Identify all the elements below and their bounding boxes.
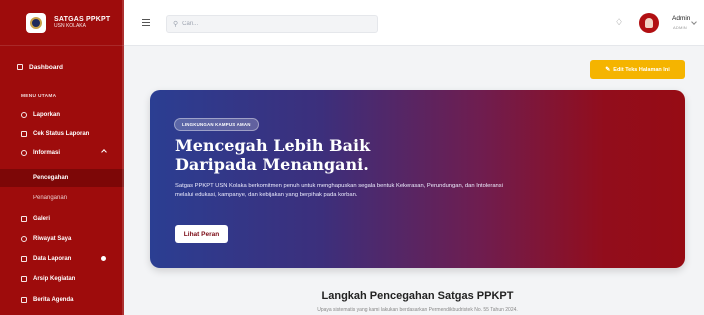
sidebar-item-label: Penanganan [33, 195, 68, 201]
lihat-peran-button[interactable]: Lihat Peran [175, 225, 228, 243]
search-icon: ⚲ [173, 21, 179, 28]
newspaper-icon [21, 297, 27, 303]
sidebar-item-pencegahan[interactable]: Pencegahan [0, 169, 124, 187]
topbar: ⚲ ♢ Admin ADMIN [124, 0, 704, 46]
brand[interactable]: SATGAS PPKPT USN KOLAKA [0, 0, 124, 46]
sidebar-item-label: Galeri [33, 216, 51, 222]
search-box[interactable]: ⚲ [166, 15, 378, 33]
clock-icon [21, 236, 27, 242]
edit-button-label: Edit Teks Halaman Ini [613, 66, 670, 73]
sidebar-item-dashboard[interactable]: Dashboard [0, 58, 124, 76]
hero-banner: LINGKUNGAN KAMPUS AMAN Mencegah Lebih Ba… [150, 90, 685, 268]
bell-icon[interactable]: ♢ [615, 17, 623, 28]
hero-badge: LINGKUNGAN KAMPUS AMAN [174, 118, 259, 131]
info-icon [21, 150, 27, 156]
sidebar-item-galeri[interactable]: Galeri [0, 211, 124, 227]
image-icon [21, 216, 27, 222]
sidebar-item-informasi[interactable]: Informasi [0, 145, 124, 161]
section-title: Langkah Pencegahan Satgas PPKPT [321, 290, 514, 302]
home-icon [17, 64, 23, 70]
document-check-icon [21, 131, 27, 137]
sidebar-item-berita[interactable]: Berita Agenda [0, 292, 124, 308]
hero-description: Satgas PPKPT USN Kolaka berkomitmen penu… [175, 183, 503, 199]
sidebar-item-penanganan[interactable]: Penanganan [0, 189, 124, 207]
chevron-up-icon [101, 149, 107, 155]
sidebar-item-label: Cek Status Laporan [33, 131, 90, 137]
edit-icon: ✎ [605, 67, 611, 73]
sidebar-section-label: MENU UTAMA [21, 94, 57, 99]
sidebar-item-label: Informasi [33, 150, 61, 156]
sidebar-item-data-laporan[interactable]: Data Laporan [0, 251, 124, 267]
sidebar-item-label: Laporkan [33, 112, 61, 118]
edit-page-text-button[interactable]: ✎ Edit Teks Halaman Ini [590, 60, 685, 79]
notification-dot [101, 256, 106, 261]
hamburger-menu-icon[interactable] [142, 19, 150, 26]
sidebar-item-label: Berita Agenda [33, 297, 74, 303]
megaphone-icon [21, 112, 27, 118]
brand-subtitle: USN KOLAKA [54, 22, 86, 29]
hero-title-line-1: Mencegah Lebih Baik [175, 136, 371, 155]
sidebar-item-cek-status[interactable]: Cek Status Laporan [0, 126, 124, 142]
section-subtitle: Upaya sistematis yang kami lakukan berda… [317, 307, 518, 313]
sidebar-item-label: Pencegahan [33, 175, 69, 181]
file-icon [21, 256, 27, 262]
search-input[interactable] [182, 21, 363, 27]
logo-icon [26, 12, 46, 33]
chevron-down-icon[interactable] [691, 19, 697, 25]
user-role: ADMIN [673, 25, 687, 30]
sidebar-item-label: Arsip Kegiatan [33, 276, 76, 282]
sidebar-item-label: Riwayat Saya [33, 236, 72, 242]
sidebar-item-arsip[interactable]: Arsip Kegiatan [0, 271, 124, 287]
avatar[interactable] [639, 13, 659, 33]
sidebar-item-laporkan[interactable]: Laporkan [0, 107, 124, 123]
user-name[interactable]: Admin [672, 15, 690, 22]
sidebar-item-riwayat[interactable]: Riwayat Saya [0, 231, 124, 247]
sidebar-item-label: Data Laporan [33, 256, 72, 262]
sidebar: SATGAS PPKPT USN KOLAKA Dashboard MENU U… [0, 0, 124, 315]
sidebar-scrollbar[interactable] [122, 0, 124, 315]
sidebar-item-label: Dashboard [29, 63, 63, 71]
archive-icon [21, 276, 27, 282]
hero-title-line-2: Daripada Menangani. [175, 155, 369, 174]
